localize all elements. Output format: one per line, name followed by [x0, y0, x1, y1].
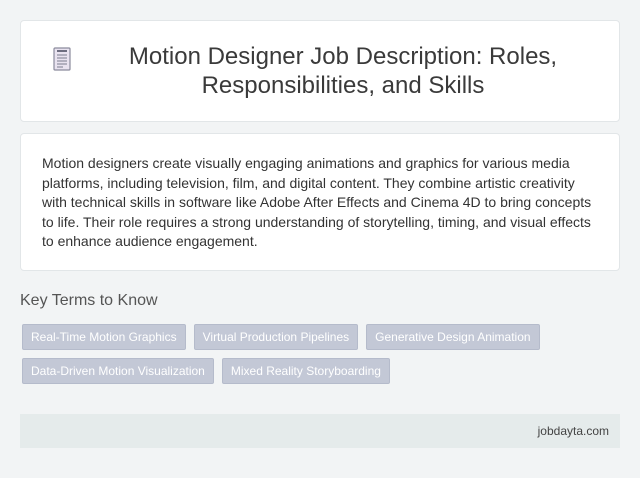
footer-site-link[interactable]: jobdayta.com — [538, 424, 609, 438]
description-card: Motion designers create visually engagin… — [20, 133, 620, 271]
header-card: Motion Designer Job Description: Roles, … — [20, 20, 620, 122]
tag-mixed-reality-storyboarding[interactable]: Mixed Reality Storyboarding — [221, 358, 390, 384]
document-icon — [53, 47, 71, 71]
key-terms-title: Key Terms to Know — [20, 292, 158, 309]
footer: jobdayta.com — [20, 414, 620, 448]
key-terms-tags: Real-Time Motion Graphics Virtual Produc… — [22, 324, 582, 384]
tag-real-time-motion-graphics[interactable]: Real-Time Motion Graphics — [22, 324, 186, 350]
tag-data-driven-motion-visualization[interactable]: Data-Driven Motion Visualization — [22, 358, 214, 384]
description-text: Motion designers create visually engagin… — [42, 155, 592, 250]
header-inner: Motion Designer Job Description: Roles, … — [51, 42, 589, 100]
page-title: Motion Designer Job Description: Roles, … — [128, 43, 558, 99]
tag-generative-design-animation[interactable]: Generative Design Animation — [366, 324, 540, 350]
tag-virtual-production-pipelines[interactable]: Virtual Production Pipelines — [193, 324, 359, 350]
